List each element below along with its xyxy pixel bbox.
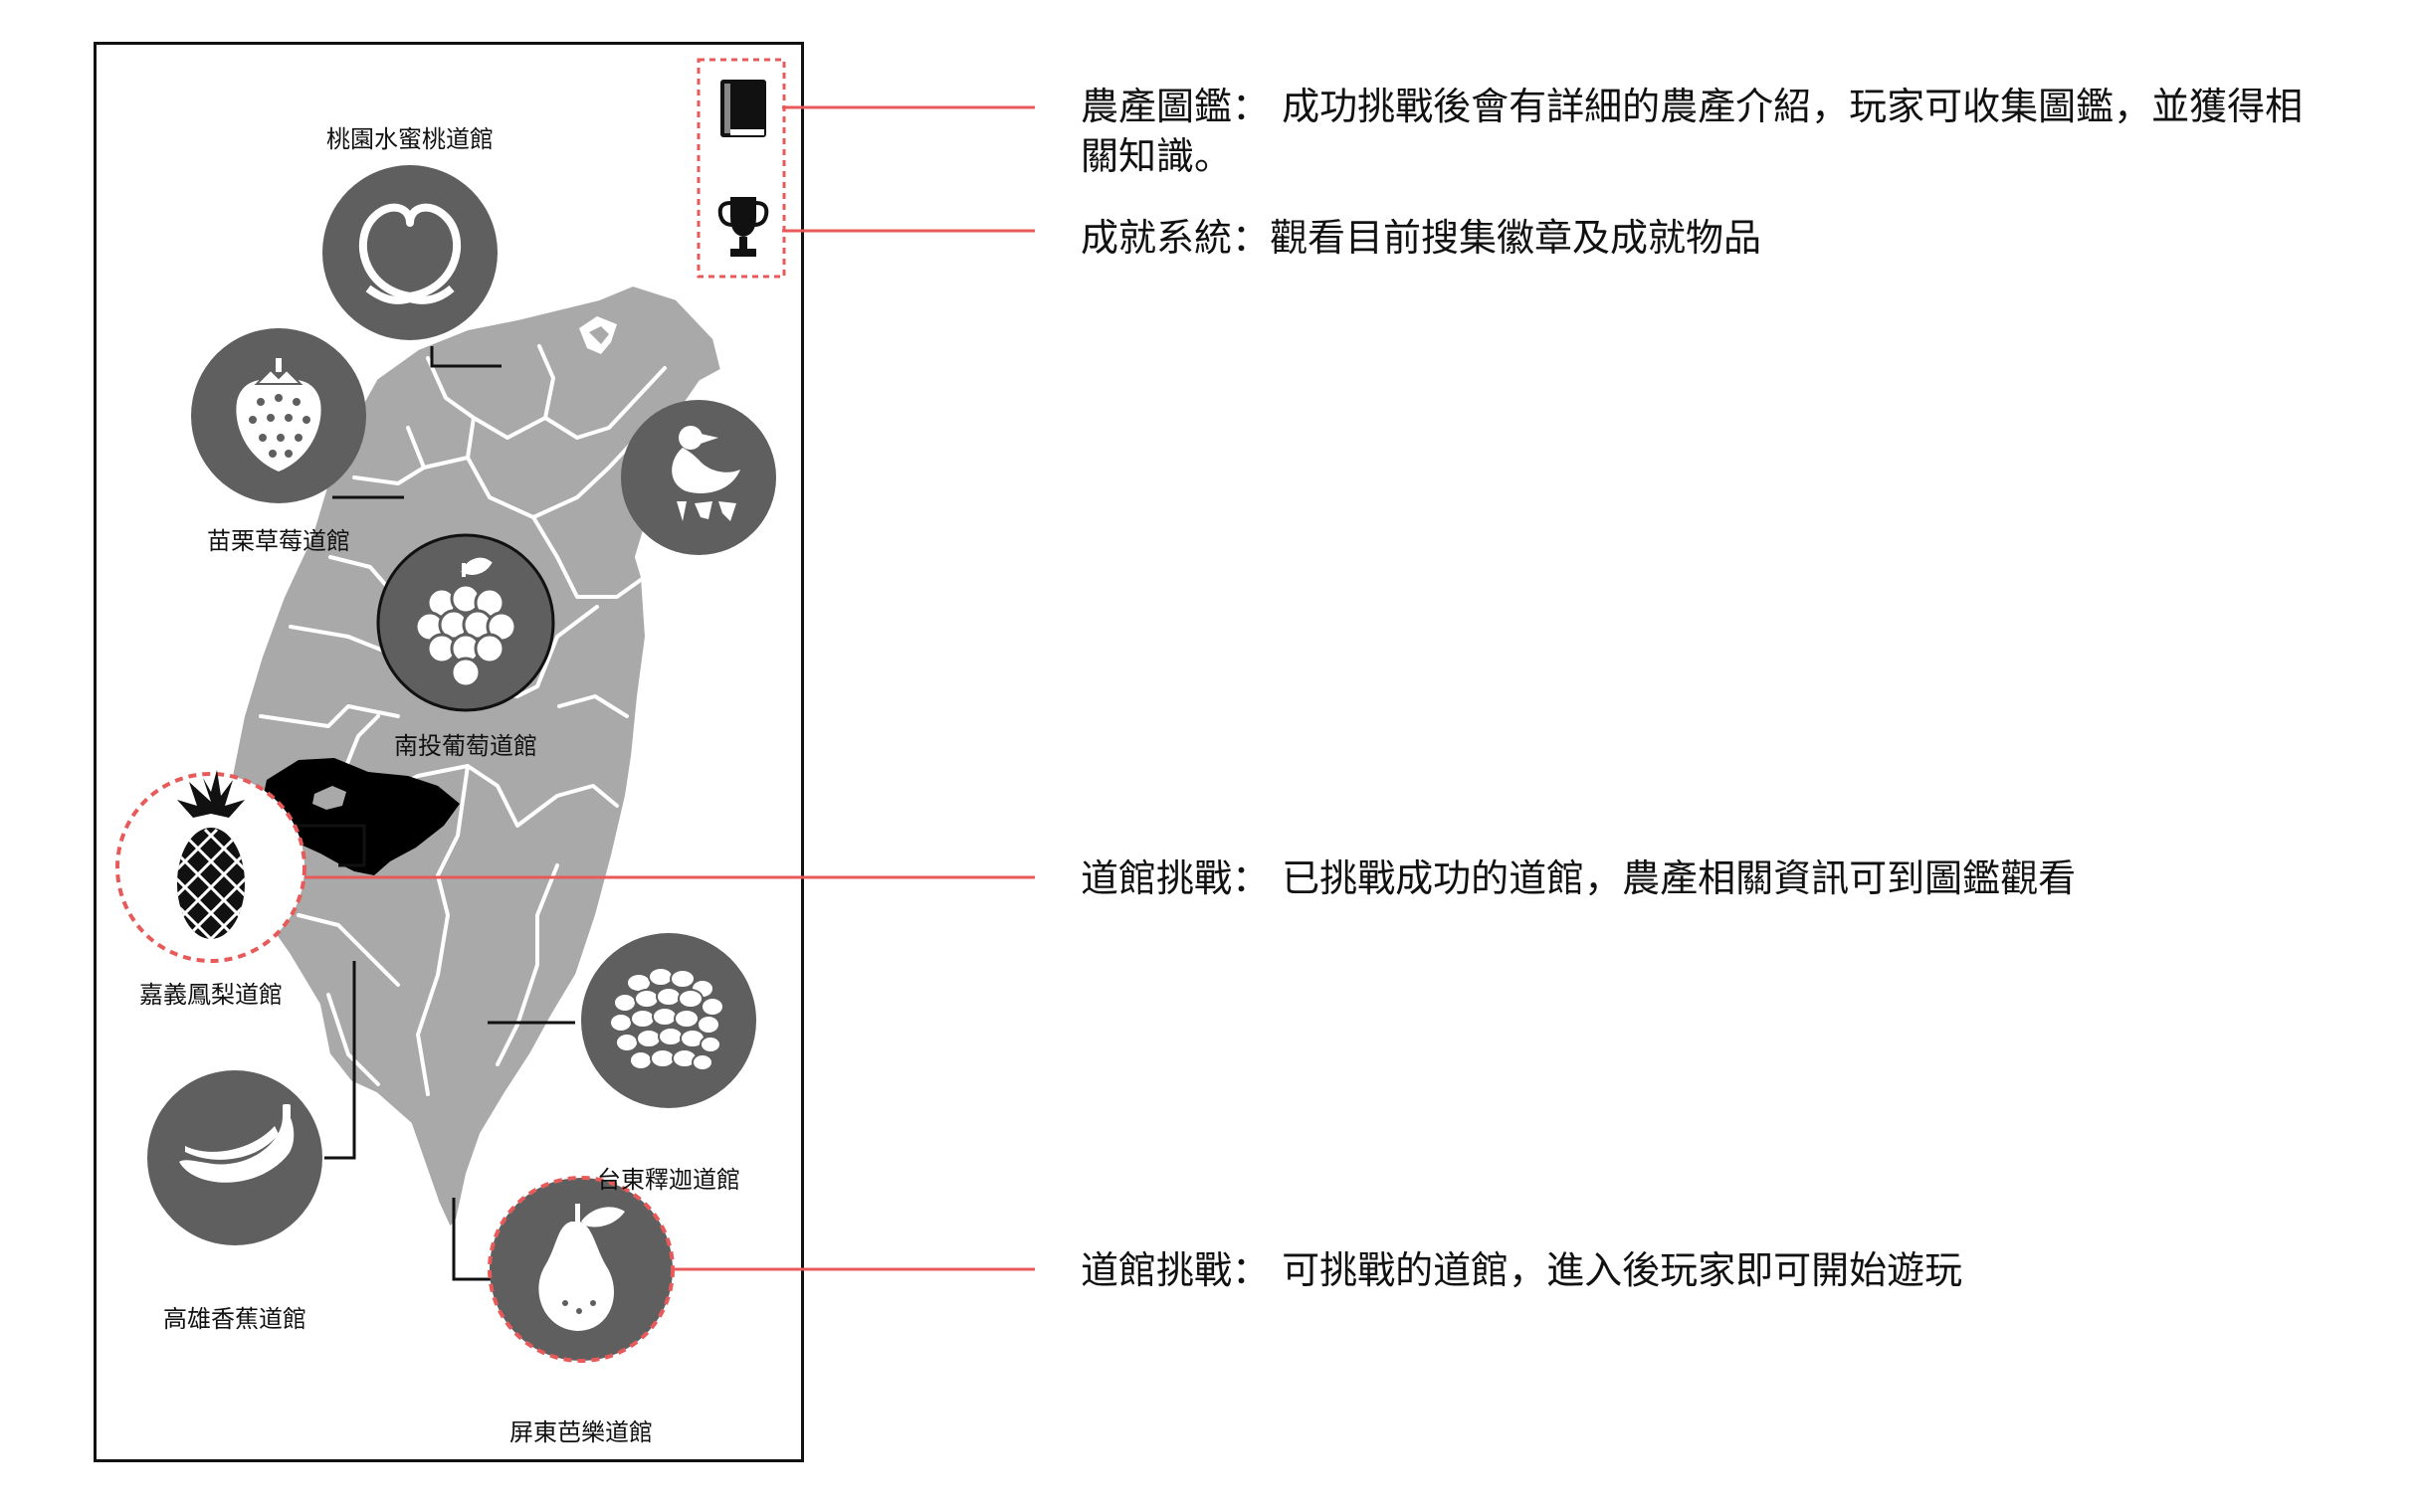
annotation-encyclopedia: 農產圖鑑： 成功挑戰後會有詳細的農產介紹，玩家可收集圖鑑，並獲得相關知識。	[1081, 85, 2304, 178]
gym-label-strawberry: 苗栗草莓道館	[207, 527, 350, 555]
gym-label-grape: 南投葡萄道館	[394, 732, 537, 760]
gym-label-guava: 屏東芭樂道館	[509, 1418, 653, 1446]
gym-label-peach: 桃園水蜜桃道館	[326, 125, 494, 153]
annotation-gym-completed: 道館挑戰： 已挑戰成功的道館，農產相關資訊可到圖鑑觀看	[1081, 856, 2077, 900]
book-icon[interactable]	[720, 80, 766, 137]
gym-badge-guava[interactable]	[488, 1176, 675, 1363]
gym-label-banana: 高雄香蕉道館	[163, 1305, 306, 1333]
annotation-achievement: 成就系統：觀看目前搜集徽章及成就物品	[1081, 216, 1762, 260]
gym-badge-banana[interactable]	[147, 1070, 322, 1245]
gym-label-pineapple: 嘉義鳳梨道館	[139, 981, 283, 1009]
annotation-gym-challengeable: 道館挑戰： 可挑戰的道館，進入後玩家即可開始遊玩	[1081, 1248, 1963, 1292]
gym-label-sugar-apple: 台東釋迦道館	[597, 1166, 740, 1194]
gym-badge-strawberry[interactable]	[191, 328, 366, 503]
storyboard: 桃園水蜜桃道館 苗栗草莓道館 南投葡萄道館 嘉義鳳梨道館 台東釋迦道館 高雄香蕉…	[0, 0, 2420, 1512]
gym-badge-peach[interactable]	[322, 165, 498, 340]
trophy-icon[interactable]	[717, 197, 769, 257]
gym-badge-grape[interactable]	[376, 533, 555, 712]
gym-badge-sugar-apple[interactable]	[581, 933, 756, 1108]
gym-badge-duck[interactable]	[621, 400, 776, 555]
